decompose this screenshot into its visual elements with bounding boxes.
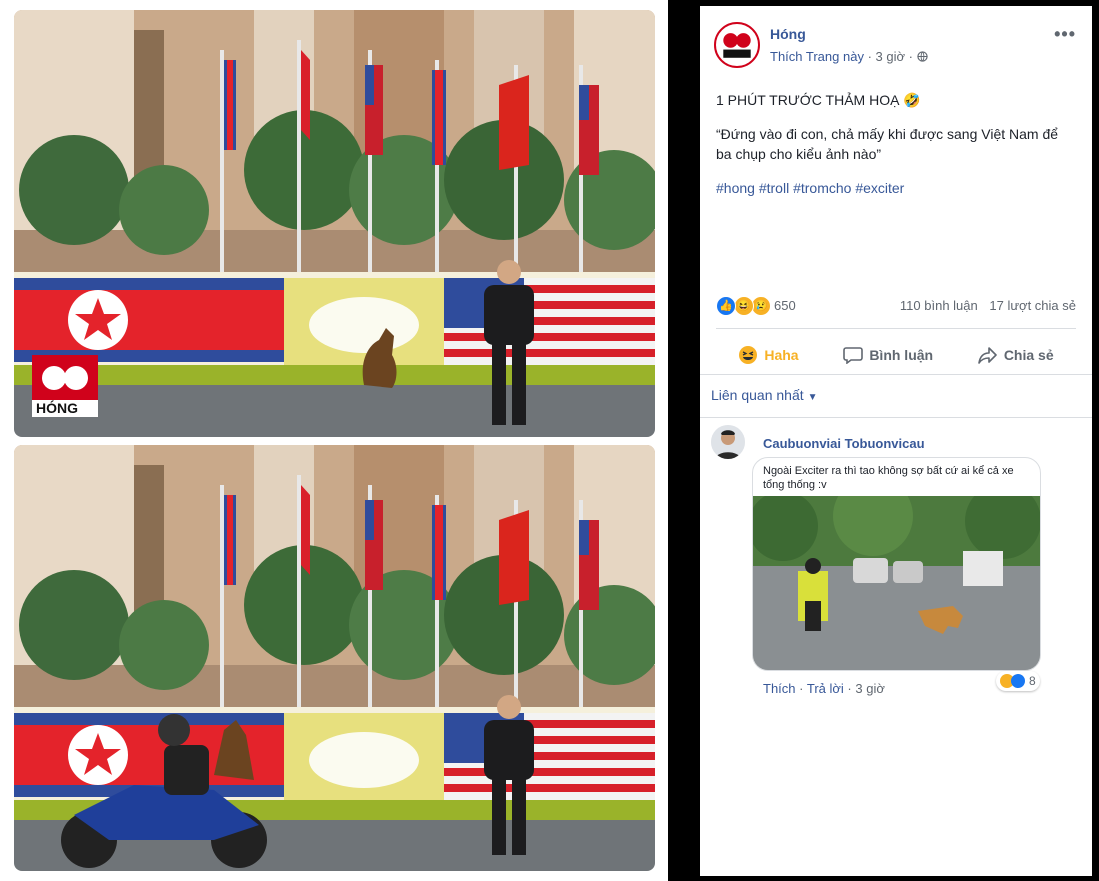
caret-down-icon: ▼ — [807, 392, 818, 403]
comment-reaction-count: 8 — [1029, 674, 1036, 688]
like-icon: 👍 — [716, 296, 736, 316]
comment-image[interactable] — [753, 496, 1040, 670]
divider — [700, 374, 1092, 375]
post-text: 1 PHÚT TRƯỚC THẢM HOẠ 🤣 “Đứng vào đi con… — [716, 90, 1076, 212]
haha-icon: 😆 — [733, 296, 754, 316]
comment-bubble: Ngoài Exciter ra thì tao không sợ bất cứ… — [752, 457, 1041, 671]
post-hashtags: #hong #troll #tromcho #exciter — [716, 178, 1076, 198]
comment-count[interactable]: 110 bình luận — [900, 298, 978, 313]
page-avatar[interactable] — [714, 22, 760, 68]
hashtag-link[interactable]: #tromcho — [793, 180, 851, 196]
post-quote: “Đứng vào đi con, chả mấy khi được sang … — [716, 126, 1059, 162]
commenter-name[interactable]: Caubuonviai Tobuonvicau — [763, 436, 925, 451]
reactions-row: 👍 😆 😢 650 110 bình luận 17 lượt chia sẻ — [716, 296, 1076, 316]
comment-actions: Thích · Trả lời · 3 giờ — [763, 681, 885, 696]
comment-time: 3 giờ — [855, 681, 885, 696]
share-count[interactable]: 17 lượt chia sẻ — [989, 298, 1076, 313]
post-panel: Hóng Thích Trang này · 3 giờ · ••• 1 PHÚ… — [700, 6, 1092, 876]
comment-like-link[interactable]: Thích — [763, 681, 796, 696]
comment-sort-dropdown[interactable]: Liên quan nhất ▼ — [711, 387, 818, 403]
meta-separator: · — [867, 49, 876, 64]
page-name[interactable]: Hóng — [770, 26, 806, 42]
reaction-count[interactable]: 650 — [774, 298, 796, 313]
watermark-logo-text: HÓNG — [36, 400, 78, 416]
more-options-icon[interactable]: ••• — [1054, 24, 1076, 45]
meta-separator: · — [908, 49, 917, 64]
comment-label: Bình luận — [869, 347, 934, 363]
share-button[interactable]: Chia sẻ — [978, 346, 1054, 364]
meta-separator: · — [799, 681, 807, 696]
divider — [716, 328, 1076, 329]
sad-icon: 😢 — [751, 296, 772, 316]
hashtag-link[interactable]: #exciter — [855, 180, 904, 196]
comments-shares: 110 bình luận 17 lượt chia sẻ — [892, 298, 1076, 313]
share-icon — [978, 346, 998, 364]
globe-icon — [916, 49, 928, 64]
comment-text: Ngoài Exciter ra thì tao không sợ bất cứ… — [763, 465, 1014, 491]
haha-icon — [738, 345, 758, 365]
commenter-avatar[interactable] — [711, 425, 745, 459]
photo-panel-top — [14, 10, 655, 437]
comment-button[interactable]: Bình luận — [843, 346, 933, 364]
haha-label: Haha — [764, 347, 799, 363]
sort-label: Liên quan nhất — [711, 387, 804, 403]
hashtag-link[interactable]: #troll — [759, 180, 789, 196]
action-bar: Haha Bình luận Chia sẻ — [716, 338, 1076, 372]
post-time[interactable]: 3 giờ — [876, 49, 906, 64]
reaction-icons[interactable]: 👍 😆 😢 — [716, 296, 772, 316]
comment-reactions[interactable]: 8 — [996, 671, 1040, 691]
post-meta: Thích Trang này · 3 giờ · — [770, 49, 928, 64]
like-page-link[interactable]: Thích Trang này — [770, 49, 864, 64]
post-photo[interactable]: HÓNG — [0, 0, 668, 881]
divider — [700, 417, 1092, 418]
comment-icon — [843, 346, 864, 364]
comment-reply-link[interactable]: Trả lời — [807, 681, 844, 696]
like-icon — [1011, 674, 1025, 688]
post-headline: 1 PHÚT TRƯỚC THẢM HOẠ 🤣 — [716, 92, 921, 108]
haha-reaction-button[interactable]: Haha — [738, 345, 799, 365]
photo-panel-bottom — [14, 445, 655, 871]
post-header: Hóng Thích Trang này · 3 giờ · ••• — [714, 22, 1080, 72]
scene-after — [14, 445, 655, 871]
scene-before — [14, 10, 655, 437]
hashtag-link[interactable]: #hong — [716, 180, 755, 196]
share-label: Chia sẻ — [1003, 347, 1054, 363]
